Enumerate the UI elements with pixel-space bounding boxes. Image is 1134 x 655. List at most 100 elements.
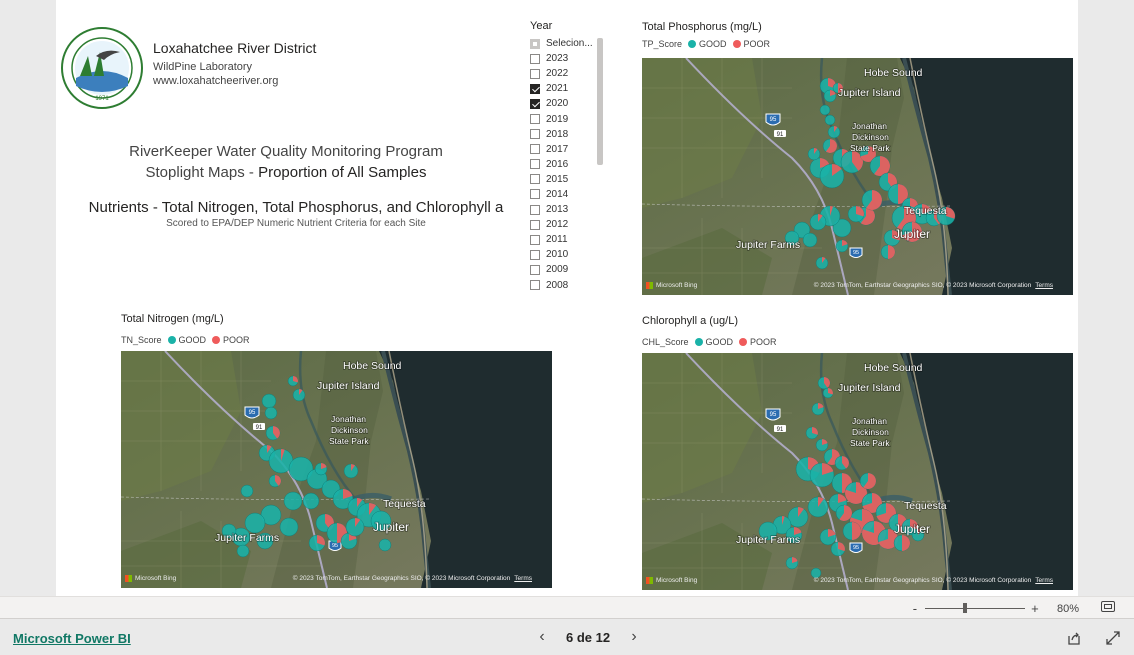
site-pie[interactable] [802,232,818,248]
site-pie[interactable] [785,556,799,570]
checkbox-icon[interactable] [530,204,540,215]
terms-link[interactable]: Terms [1035,577,1053,584]
site-pie[interactable] [842,521,862,541]
checkbox-icon[interactable] [530,189,540,200]
powerbi-link[interactable]: Microsoft Power BI [13,631,131,646]
tn-map-canvas[interactable]: 95 91 95 Hobe Sound Jupiter Island JonathanDi… [121,351,552,588]
site-pie[interactable] [822,138,838,154]
site-pie[interactable] [823,89,837,103]
slicer-item-2011[interactable]: 2011 [530,232,608,247]
site-pie[interactable] [378,538,392,552]
checkbox-icon[interactable] [530,280,540,291]
place-label-hobe-sound: Hobe Sound [864,67,923,79]
terms-link[interactable]: Terms [1035,282,1053,289]
checkbox-icon[interactable] [530,68,540,79]
site-pie[interactable] [819,104,831,116]
site-pie[interactable] [314,462,328,476]
site-pie[interactable] [822,387,834,399]
chl-map[interactable]: 95 91 95 Hobe Sound Jupiter Island Jonathan Di… [642,353,1073,590]
slicer-item-2010[interactable]: 2010 [530,247,608,262]
zoom-slider-thumb[interactable] [962,603,967,613]
site-pie[interactable] [819,528,837,546]
site-pie[interactable] [830,541,846,557]
tn-map[interactable]: 95 91 95 Hobe Sound Jupiter Island Jonathan Di… [121,351,552,588]
site-pie[interactable] [292,388,306,402]
checkbox-icon[interactable] [530,38,540,49]
site-pie[interactable] [807,496,829,518]
checkbox-icon[interactable] [530,144,540,155]
site-pie[interactable] [805,426,819,440]
site-pie[interactable] [893,534,911,552]
slicer-item-2009[interactable]: 2009 [530,262,608,277]
checkbox-icon[interactable] [530,174,540,185]
slicer-item-2008[interactable]: 2008 [530,278,608,293]
slicer-item-2014[interactable]: 2014 [530,187,608,202]
site-pie[interactable] [815,256,829,270]
site-pie[interactable] [308,534,326,552]
site-pie[interactable] [817,376,831,390]
site-pie[interactable] [840,150,864,174]
site-pie[interactable] [815,438,829,452]
site-pie[interactable] [847,205,865,223]
tp-map-canvas[interactable]: 95 91 95 Hobe Sound Jupiter Island JonathanDi… [642,58,1073,295]
site-pie[interactable] [264,406,278,420]
checkbox-icon[interactable] [530,219,540,230]
site-pie[interactable] [283,491,303,511]
site-pie[interactable] [240,484,254,498]
site-pie[interactable] [268,474,282,488]
checkbox-icon[interactable] [530,83,540,94]
site-pie[interactable] [835,504,853,522]
site-pie[interactable] [345,517,365,537]
site-pie[interactable] [811,402,825,416]
site-pie[interactable] [244,512,266,534]
checkbox-icon[interactable] [530,159,540,170]
checkbox-icon[interactable] [530,53,540,64]
site-pie[interactable] [265,425,281,441]
slicer-scrollbar[interactable] [597,38,603,165]
zoom-out-button[interactable]: - [909,601,921,616]
checkbox-icon[interactable] [530,249,540,260]
site-pie[interactable] [809,462,835,488]
chl-map-canvas[interactable]: 95 91 95 Hobe Sound Jupiter Island JonathanDi… [642,353,1073,590]
site-pie[interactable] [302,492,320,510]
checkbox-icon[interactable] [530,234,540,245]
tn-map-visual: Total Nitrogen (mg/L) TN_Score GOOD POOR… [121,312,552,588]
site-pie[interactable] [880,244,896,260]
zoom-in-button[interactable]: + [1029,601,1041,616]
zoom-control: - + 80% [909,601,1079,616]
site-pie[interactable] [807,147,821,161]
site-pie[interactable] [343,463,359,479]
site-pie[interactable] [279,517,299,537]
tp-map[interactable]: 95 91 95 Hobe Sound Jupiter Island Jonathan Di… [642,58,1073,295]
slicer-item-2012[interactable]: 2012 [530,217,608,232]
zoom-slider[interactable] [924,603,1025,613]
slicer-item-2013[interactable]: 2013 [530,202,608,217]
microsoft-logo-icon [646,282,653,289]
site-pie[interactable] [835,239,849,253]
checkbox-icon[interactable] [530,129,540,140]
site-pie[interactable] [809,213,827,231]
fit-to-page-icon[interactable] [1101,601,1115,612]
slicer-item-label: 2017 [546,143,569,155]
checkbox-icon[interactable] [530,114,540,125]
share-icon[interactable] [1066,630,1082,646]
site-pie[interactable] [861,189,883,211]
site-pie[interactable] [834,455,850,471]
next-page-button[interactable]: › [622,628,646,646]
site-pie[interactable] [824,114,836,126]
fullscreen-icon[interactable] [1105,630,1121,646]
site-pie[interactable] [819,163,845,189]
prev-page-button[interactable]: ‹ [530,628,554,646]
site-pie[interactable] [827,125,841,139]
attribution-text: © 2023 TomTom, Earthstar Geographics SIO… [813,282,1032,289]
site-pie[interactable] [859,472,877,490]
site-pie[interactable] [236,544,250,558]
terms-link[interactable]: Terms [514,575,532,582]
slicer-item-2015[interactable]: 2015 [530,172,608,187]
checkbox-icon[interactable] [530,264,540,275]
map-attribution: © 2023 TomTom, Earthstar Geographics SIO… [293,575,532,582]
checkbox-icon[interactable] [530,98,540,109]
route-91-label: 91 [777,132,784,138]
site-pie[interactable] [287,375,299,387]
site-pie[interactable] [261,393,277,409]
